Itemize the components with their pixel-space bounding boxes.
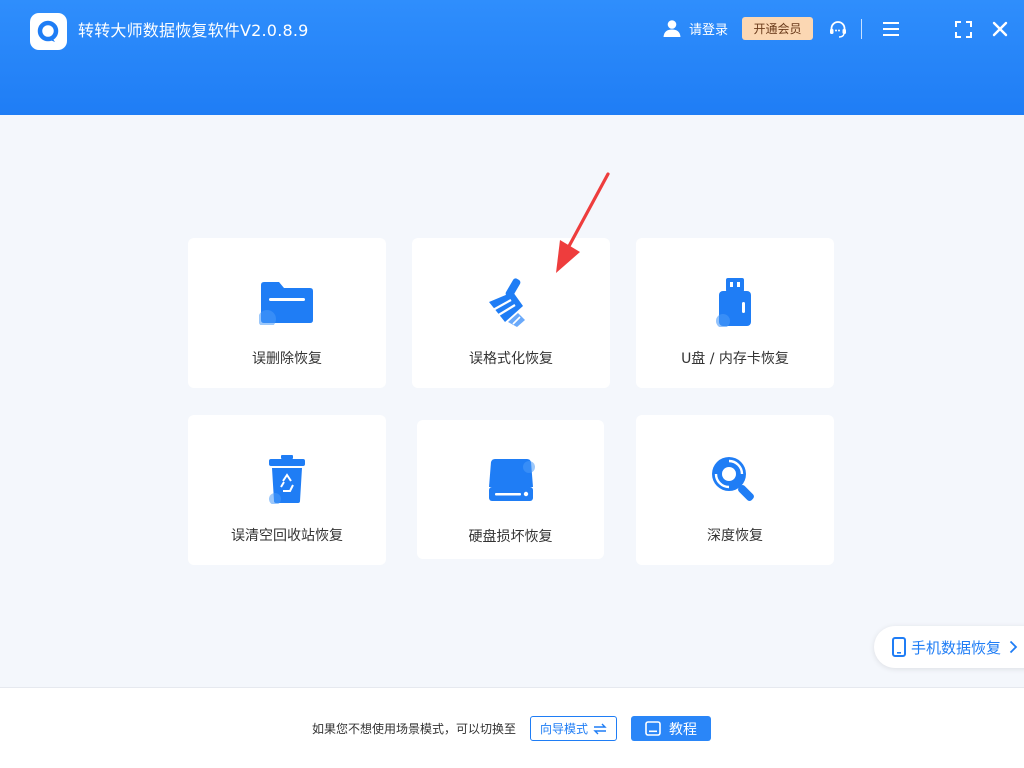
user-icon <box>662 18 682 38</box>
app-title: 转转大师数据恢复软件V2.0.8.9 <box>78 21 309 40</box>
mode-switch-hint: 如果您不想使用场景模式，可以切换至 <box>312 722 517 736</box>
footer-bar: 如果您不想使用场景模式，可以切换至 向导模式 教程 <box>0 687 1024 768</box>
phone-recovery-button[interactable]: 手机数据恢复 <box>874 626 1024 668</box>
header-divider <box>861 19 862 39</box>
headset-icon[interactable] <box>826 17 850 41</box>
card-label: 深度恢复 <box>707 528 763 544</box>
deep-scan-icon <box>709 453 761 505</box>
card-label: 硬盘损坏恢复 <box>468 529 553 545</box>
app-logo-icon <box>30 13 67 50</box>
close-icon[interactable] <box>988 17 1012 41</box>
login-link[interactable]: 请登录 <box>662 16 728 40</box>
swap-icon <box>593 723 607 735</box>
recycle-bin-icon <box>267 453 307 505</box>
menu-icon[interactable] <box>879 17 903 41</box>
card-delete-recovery[interactable]: 误删除恢复 <box>188 238 386 388</box>
annotation-arrow-icon <box>556 172 610 273</box>
phone-icon <box>892 637 906 657</box>
book-icon <box>645 721 661 736</box>
login-label: 请登录 <box>689 22 729 38</box>
usb-drive-icon <box>715 276 755 328</box>
broom-icon <box>483 276 539 328</box>
phone-recovery-label: 手机数据恢复 <box>911 638 1002 657</box>
card-label: U盘 / 内存卡恢复 <box>681 351 789 367</box>
card-label: 误格式化恢复 <box>469 351 553 367</box>
folder-icon <box>259 276 315 328</box>
fullscreen-icon[interactable] <box>951 17 975 41</box>
card-usb-recovery[interactable]: U盘 / 内存卡恢复 <box>636 238 834 388</box>
hard-disk-icon <box>487 454 535 506</box>
tutorial-button[interactable]: 教程 <box>631 716 711 741</box>
title-bar: 转转大师数据恢复软件V2.0.8.9 请登录 开通会员 <box>0 0 1024 115</box>
card-label: 误清空回收站恢复 <box>231 528 343 544</box>
card-label: 误删除恢复 <box>252 351 322 367</box>
card-deep-recovery[interactable]: 深度恢复 <box>636 415 834 565</box>
guide-mode-label: 向导模式 <box>539 722 588 736</box>
card-disk-damage-recovery[interactable]: 硬盘损坏恢复 <box>417 420 604 559</box>
tutorial-label: 教程 <box>669 721 697 738</box>
card-recycle-bin-recovery[interactable]: 误清空回收站恢复 <box>188 415 386 565</box>
chevron-right-icon <box>1009 640 1018 654</box>
guide-mode-button[interactable]: 向导模式 <box>530 716 617 741</box>
vip-button[interactable]: 开通会员 <box>742 17 813 40</box>
